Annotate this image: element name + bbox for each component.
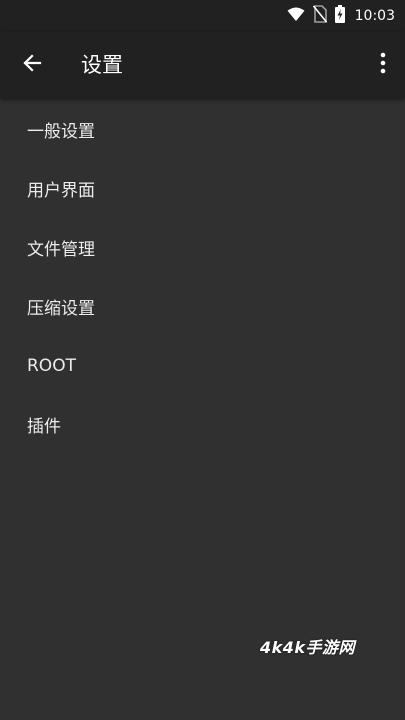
app-bar: 设置 <box>0 32 405 98</box>
menu-item-general-settings[interactable]: 一般设置 <box>0 98 405 157</box>
menu-item-root[interactable]: ROOT <box>0 334 405 393</box>
status-icons: 10:03 <box>287 0 395 32</box>
menu-item-label: ROOT <box>27 355 76 376</box>
settings-menu-list: 一般设置 用户界面 文件管理 压缩设置 ROOT 插件 <box>0 98 405 452</box>
more-vertical-icon <box>380 52 386 78</box>
menu-item-file-management[interactable]: 文件管理 <box>0 216 405 275</box>
back-button[interactable] <box>14 47 50 83</box>
wifi-icon <box>287 6 305 26</box>
battery-charging-icon <box>334 5 345 27</box>
menu-item-label: 文件管理 <box>27 240 95 260</box>
menu-item-label: 插件 <box>27 417 61 437</box>
arrow-left-icon <box>22 53 42 77</box>
page-title: 设置 <box>81 53 123 77</box>
menu-item-compression-settings[interactable]: 压缩设置 <box>0 275 405 334</box>
status-time: 10:03 <box>354 8 395 24</box>
menu-item-label: 压缩设置 <box>27 299 95 319</box>
status-bar: 10:03 <box>0 0 405 32</box>
menu-item-plugins[interactable]: 插件 <box>0 393 405 452</box>
overflow-menu-button[interactable] <box>369 47 397 83</box>
no-sim-icon <box>312 5 327 27</box>
menu-item-user-interface[interactable]: 用户界面 <box>0 157 405 216</box>
menu-item-label: 一般设置 <box>27 122 95 142</box>
menu-item-label: 用户界面 <box>27 181 95 201</box>
watermark: 4k4k手游网 <box>259 638 355 657</box>
